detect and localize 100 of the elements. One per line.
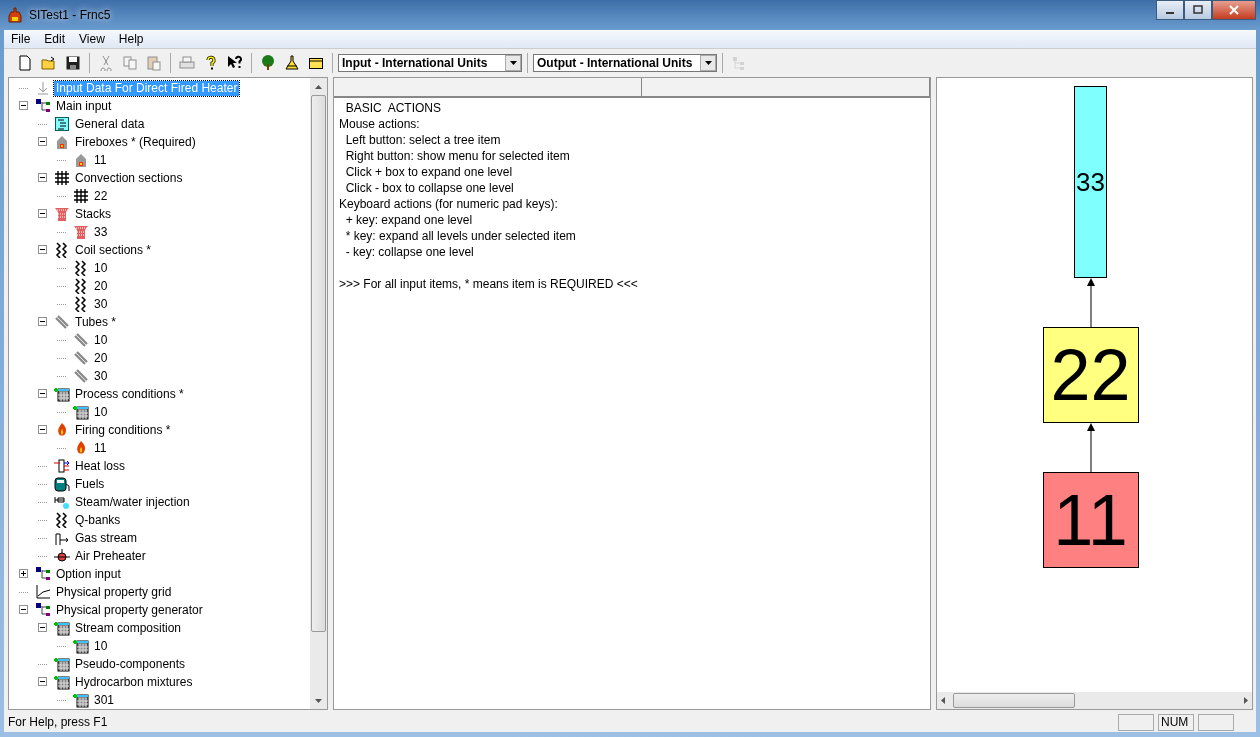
tree-group-icon (35, 98, 51, 114)
tree-group-icon (35, 566, 51, 582)
menu-item[interactable]: Edit (37, 32, 73, 46)
firebox-block[interactable]: 11 (1042, 472, 1139, 568)
help-line: Keyboard actions (for numeric pad keys): (339, 197, 558, 211)
tree-item[interactable]: Stacks (73, 206, 113, 222)
help-line: Mouse actions: (339, 117, 420, 131)
expander-box[interactable] (38, 171, 47, 185)
tree-item[interactable]: 301 (92, 692, 117, 708)
arrow-connector (1086, 423, 1095, 472)
caret-icon (509, 61, 517, 65)
help-note: >>> For all input items, * means item is REQUIRED <<< (339, 277, 638, 291)
expander-box[interactable] (38, 315, 47, 329)
tree-stack-icon (73, 224, 89, 240)
tree-item[interactable]: 20 (92, 278, 110, 294)
tree-item[interactable]: 20 (92, 350, 110, 366)
tree-table-icon (73, 638, 89, 654)
tree-item[interactable]: General data (73, 116, 147, 132)
tree-item[interactable]: 11 (92, 440, 109, 456)
tree-item[interactable]: 33 (92, 224, 110, 240)
tree-doc-icon (54, 116, 70, 132)
help-line: Right button: show menu for selected item (344, 149, 570, 163)
tree-tube-icon (73, 368, 89, 384)
expander-box[interactable] (38, 387, 47, 401)
page-icon (17, 55, 33, 71)
convection-block[interactable]: 22 (1042, 327, 1139, 423)
tree-item[interactable]: Q-banks (73, 512, 123, 528)
units-dropdown[interactable]: Input - International Units (338, 54, 522, 72)
close-button[interactable] (1212, 0, 1256, 20)
expander-box[interactable] (19, 99, 28, 113)
status-pane (1198, 713, 1234, 731)
tree-item[interactable]: 11 (92, 152, 109, 168)
tree-item[interactable]: 10 (92, 638, 110, 654)
tree-item[interactable]: Physical property grid (54, 584, 174, 600)
tree-item[interactable]: Stream composition (73, 620, 184, 636)
tree-item[interactable]: Firing conditions * (73, 422, 173, 438)
tree-icon (260, 55, 276, 71)
tree-coil-icon (54, 242, 70, 258)
tree-item[interactable]: Option input (54, 566, 123, 582)
menu-item[interactable]: File (4, 32, 38, 46)
menu-item[interactable]: View (72, 32, 112, 46)
tree-item[interactable]: 10 (92, 332, 110, 348)
tree-item[interactable]: Pseudo-components (73, 656, 188, 672)
tree-item[interactable]: Air Preheater (73, 548, 148, 564)
tree-item[interactable]: Main input (54, 98, 114, 114)
tree-item[interactable]: 30 (92, 296, 110, 312)
tree-item[interactable]: Process conditions * (73, 386, 186, 402)
expander-box[interactable] (19, 603, 28, 617)
tree-item[interactable]: 10 (92, 260, 110, 276)
tree-coil-icon (54, 512, 70, 528)
tree-tube-icon (73, 350, 89, 366)
status-text: For Help, press F1 (8, 715, 108, 729)
tree-item[interactable]: Fireboxes * (Required) (73, 134, 198, 150)
tree-house-icon (54, 134, 70, 150)
tree-item[interactable]: Coil sections * (73, 242, 154, 258)
window-title: SITest1 - Frnc5 (29, 8, 111, 22)
expander-box[interactable] (38, 135, 47, 149)
tree-item[interactable]: Hydrocarbon mixtures (73, 674, 195, 690)
vertical-scrollbar[interactable] (310, 78, 327, 709)
tree-item[interactable]: Fuels (73, 476, 107, 492)
menu-item[interactable]: Help (111, 32, 151, 46)
layout-icon (731, 55, 747, 71)
tree-item[interactable]: Physical property generator (54, 602, 205, 618)
tree-item[interactable]: Convection sections (73, 170, 185, 186)
expander-box[interactable] (38, 621, 47, 635)
tree-fuel-icon (54, 476, 70, 492)
scissors-icon (98, 55, 114, 71)
tree-table-icon (54, 656, 70, 672)
minimize-button[interactable] (1156, 0, 1184, 20)
expander-box[interactable] (19, 567, 28, 581)
units-dropdown[interactable]: Output - International Units (533, 54, 717, 72)
horizontal-scrollbar[interactable] (937, 692, 1252, 709)
tree-grid-icon (54, 170, 70, 186)
tree-item[interactable]: Steam/water injection (73, 494, 192, 510)
maximize-button[interactable] (1184, 0, 1212, 20)
tree-item[interactable]: 10 (92, 404, 110, 420)
tree-item[interactable]: Heat loss (73, 458, 128, 474)
tree-item[interactable]: Gas stream (73, 530, 139, 546)
status-indicator: NUM (1158, 713, 1194, 731)
tree-gas-icon (54, 530, 70, 546)
tree-item[interactable]: 30 (92, 368, 110, 384)
tree-steam-icon (54, 494, 70, 510)
help-line: Left button: select a tree item (344, 133, 501, 147)
tree-item[interactable]: Tubes * (73, 314, 118, 330)
open-folder-icon (41, 55, 57, 71)
expander-box[interactable] (38, 675, 47, 689)
tree-coil-icon (73, 278, 89, 294)
tree-grid-icon (73, 188, 89, 204)
scroll-left-icon[interactable] (941, 697, 945, 704)
tree-stack-icon (54, 206, 70, 222)
expander-box[interactable] (38, 423, 47, 437)
scroll-right-icon[interactable] (1244, 697, 1248, 704)
help-line: * key: expand all levels under selected item (344, 229, 576, 243)
expander-box[interactable] (38, 243, 47, 257)
tree-item[interactable]: 22 (92, 188, 110, 204)
tree-group-icon (35, 602, 51, 618)
scroll-down-icon[interactable] (315, 698, 322, 703)
expander-box[interactable] (38, 207, 47, 221)
scroll-up-icon[interactable] (315, 84, 322, 89)
stack-block[interactable]: 33 (1074, 86, 1107, 278)
